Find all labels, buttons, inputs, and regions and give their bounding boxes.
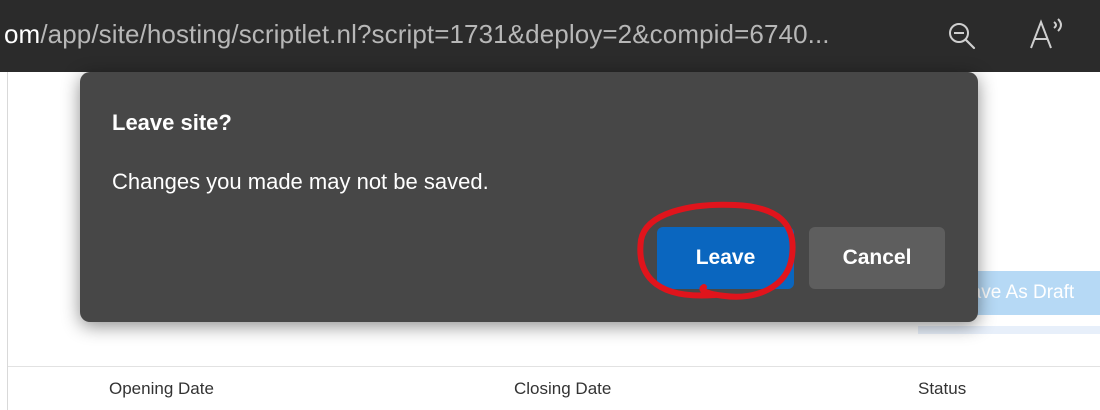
read-aloud-icon[interactable] — [1028, 16, 1068, 52]
column-header-status[interactable]: Status — [918, 379, 966, 399]
left-divider — [7, 72, 8, 410]
column-header-opening-date[interactable]: Opening Date — [109, 379, 214, 399]
address-bar[interactable]: om/app/site/hosting/scriptlet.nl?script=… — [0, 0, 1100, 72]
dialog-message: Changes you made may not be saved. — [112, 169, 489, 194]
leave-site-dialog: Leave site? Changes you made may not be … — [80, 72, 978, 322]
table-header: Opening Date Closing Date Status — [8, 366, 1100, 410]
browser-window: om/app/site/hosting/scriptlet.nl?script=… — [0, 0, 1100, 410]
url-text[interactable]: om/app/site/hosting/scriptlet.nl?script=… — [4, 16, 830, 52]
leave-button[interactable]: Leave — [657, 227, 794, 289]
button-shadow-bar — [918, 326, 1100, 334]
column-header-closing-date[interactable]: Closing Date — [514, 379, 611, 399]
zoom-out-icon[interactable] — [946, 20, 978, 52]
url-host: om — [4, 19, 41, 49]
cancel-button[interactable]: Cancel — [809, 227, 945, 289]
url-path: /app/site/hosting/scriptlet.nl?script=17… — [40, 19, 830, 49]
dialog-title: Leave site? — [112, 110, 232, 135]
